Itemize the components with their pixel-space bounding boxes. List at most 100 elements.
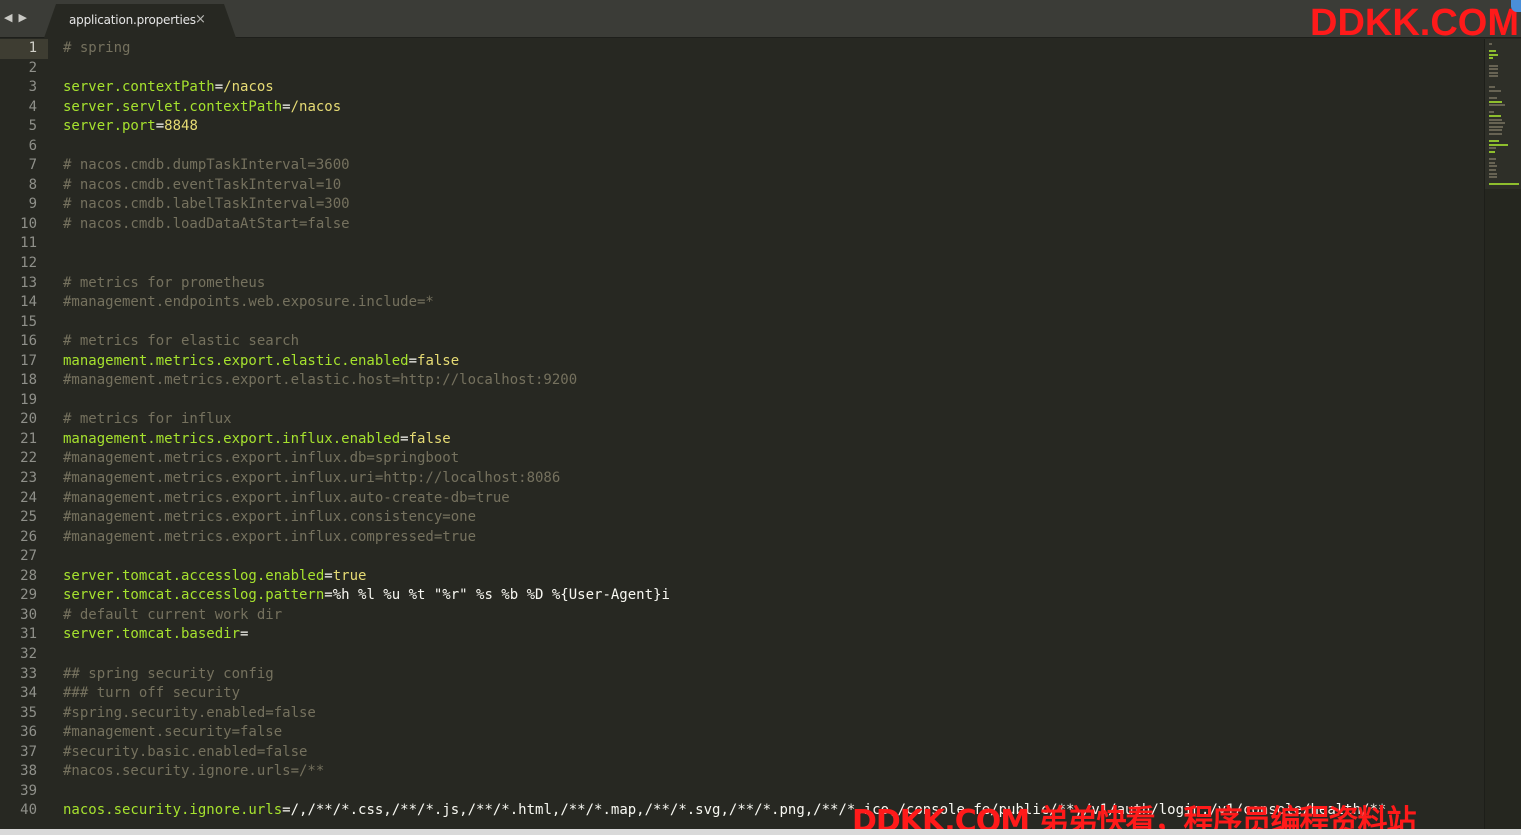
property-key: server.port — [63, 118, 156, 135]
line-number-gutter: 1 2 3 4 5 6 7 8 9 10 11 12 13 14 15 16 17 18 19 20 21 22 23 24 2… — [0, 39, 48, 821]
line-number: 16 — [20, 333, 37, 350]
comment-line: # spring — [63, 40, 131, 56]
comment-line: # nacos.cmdb.eventTaskInterval=10 — [63, 176, 342, 193]
line-number: 17 — [20, 352, 37, 369]
comment-line: #management.metrics.export.influx.consis… — [63, 509, 477, 526]
property-key: server.tomcat.basedir — [63, 626, 241, 643]
line-number: 7 — [28, 157, 37, 174]
line-number: 8 — [28, 176, 37, 193]
line-number: 27 — [20, 548, 37, 565]
minimap-line — [1489, 151, 1495, 153]
line-number: 38 — [20, 763, 37, 780]
comment-line: #management.security=false — [63, 724, 283, 741]
line-number: 1 — [0, 39, 48, 59]
tab-bar: ◀ ▶ application.properties × DDKK.COM — [0, 0, 1521, 44]
minimap-line — [1489, 71, 1499, 74]
minimap-line — [1489, 165, 1498, 168]
code-line: server.tomcat.accesslog.enabled=true — [63, 567, 1484, 587]
minimap-line — [1489, 169, 1497, 171]
bottom-strip — [0, 829, 1521, 835]
line-number: 3 — [28, 79, 37, 96]
minimap-line — [1489, 140, 1499, 143]
comment-line: # nacos.cmdb.labelTaskInterval=300 — [63, 196, 350, 213]
minimap-line — [1489, 86, 1496, 89]
property-value: /nacos — [223, 79, 274, 96]
comment-line: #management.endpoints.web.exposure.inclu… — [63, 294, 434, 311]
property-value: /nacos — [290, 98, 342, 115]
equals-sign: = — [240, 626, 249, 643]
comment-line: #spring.security.enabled=false — [63, 704, 316, 721]
property-key: nacos.security.ignore.urls — [63, 802, 283, 819]
line-number: 39 — [20, 782, 37, 799]
minimap-line — [1489, 100, 1502, 103]
line-number: 24 — [20, 489, 37, 506]
equals-sign: = — [155, 118, 165, 135]
equals-sign: = — [282, 98, 291, 115]
line-number: 23 — [20, 470, 37, 487]
minimap-line — [1489, 158, 1496, 161]
minimap-line — [1489, 111, 1495, 114]
code-area[interactable]: # spring server.contextPath=/nacos server… — [63, 39, 1484, 821]
property-value: %h %l %u %t "%r" %s %b %D %{User-Agent}i — [332, 587, 670, 604]
minimap-line — [1489, 64, 1499, 67]
equals-sign: = — [214, 79, 224, 96]
line-number: 26 — [20, 528, 37, 545]
equals-sign: = — [400, 430, 409, 447]
tab-application-properties[interactable]: application.properties × — [44, 4, 236, 38]
minimap-line — [1489, 172, 1497, 175]
code-editor[interactable]: 1 2 3 4 5 6 7 8 9 10 11 12 13 14 15 16 17 18 19 20 21 22 23 24 2… — [0, 39, 1484, 835]
minimap-line — [1489, 68, 1498, 71]
line-number: 40 — [20, 802, 37, 819]
line-number: 36 — [20, 724, 37, 741]
minimap[interactable] — [1484, 39, 1521, 835]
property-value: 8848 — [164, 118, 198, 135]
minimap-line — [1489, 125, 1504, 128]
minimap-line — [1489, 133, 1503, 135]
line-number: 10 — [20, 215, 37, 232]
comment-line: ## spring security config — [63, 665, 274, 682]
comment-line: # nacos.cmdb.loadDataAtStart=false — [63, 215, 350, 232]
minimap-line — [1489, 115, 1502, 117]
code-line: server.port=8848 — [63, 117, 1484, 137]
close-icon[interactable]: × — [195, 12, 206, 27]
property-value: false — [417, 352, 460, 369]
comment-line: #security.basic.enabled=false — [63, 743, 308, 760]
line-number: 5 — [28, 118, 37, 135]
nav-forward-icon[interactable]: ▶ — [18, 11, 26, 25]
corner-badge — [1511, 0, 1521, 12]
property-key: server.servlet.contextPath — [63, 98, 283, 115]
minimap-line — [1489, 97, 1497, 99]
code-line: management.metrics.export.elastic.enable… — [63, 352, 1484, 372]
line-number: 25 — [20, 509, 37, 526]
property-key: management.metrics.export.influx.enabled — [63, 430, 401, 447]
minimap-line — [1489, 104, 1506, 107]
minimap-line — [1489, 183, 1519, 186]
property-key: server.tomcat.accesslog.pattern — [63, 587, 325, 604]
property-key: server.tomcat.accesslog.enabled — [63, 567, 325, 584]
code-line: server.contextPath=/nacos — [63, 78, 1484, 98]
line-number: 29 — [20, 587, 37, 604]
line-number: 30 — [20, 606, 37, 623]
line-number: 37 — [20, 743, 37, 760]
line-number: 6 — [28, 137, 37, 154]
minimap-line — [1489, 176, 1498, 179]
code-line: server.servlet.contextPath=/nacos — [63, 98, 1484, 118]
comment-line: # metrics for elastic search — [63, 333, 300, 350]
comment-line: # default current work dir — [63, 606, 283, 623]
equals-sign: = — [324, 587, 333, 604]
line-number: 18 — [20, 372, 37, 389]
line-number: 11 — [20, 235, 37, 252]
tab-title: application.properties — [69, 13, 196, 27]
property-value: true — [332, 567, 367, 584]
minimap-line — [1489, 57, 1494, 60]
line-number: 9 — [28, 196, 37, 213]
minimap-line — [1489, 129, 1503, 132]
comment-line: #management.metrics.export.influx.compre… — [63, 528, 477, 545]
comment-line: # nacos.cmdb.dumpTaskInterval=3600 — [63, 157, 350, 174]
nav-back-icon[interactable]: ◀ — [4, 11, 12, 25]
